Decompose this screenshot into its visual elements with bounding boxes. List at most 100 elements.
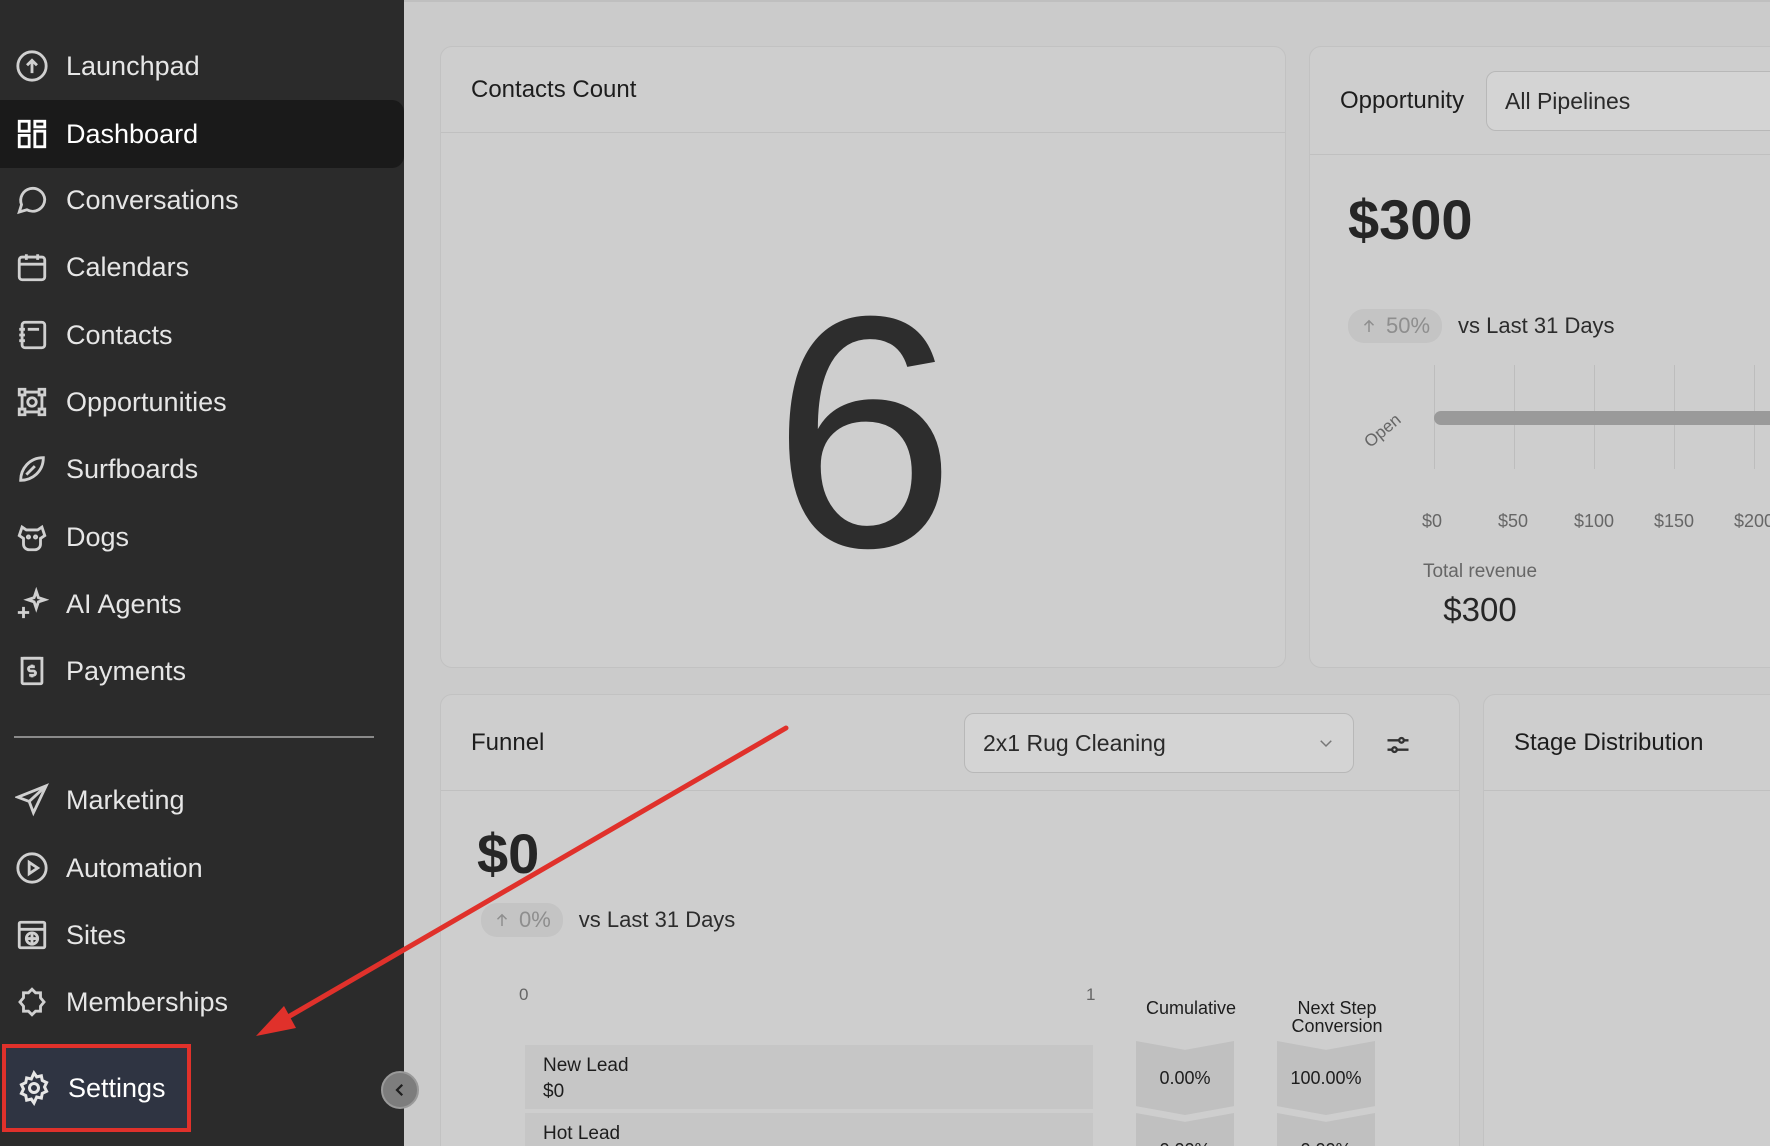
sidebar-item-label: Surfboards [66,453,199,484]
gear-icon [16,1070,52,1106]
funnel-card: Funnel 2x1 Rug Cleaning $0 0% vs Last 31… [440,694,1460,1146]
sidebar-item-label: Dogs [66,521,130,552]
filter-settings-icon[interactable] [1384,731,1412,759]
sidebar-item-ai-agents[interactable]: AI Agents [0,570,404,638]
sidebar-item-label: Sites [66,919,127,950]
chevron-down-icon [1320,740,1332,748]
sidebar-item-settings[interactable]: Settings [2,1044,191,1132]
sidebar-item-label: Dashboard [66,118,199,149]
contacts-count-card: Contacts Count 6 [440,46,1286,668]
arrow-up-icon [496,913,508,926]
column-header-cumulative: Cumulative [1145,998,1237,1018]
settings-label: Settings [68,1072,166,1103]
total-revenue-value: $300 [1443,591,1517,628]
sidebar-item-label: Payments [66,655,187,686]
axis-tick-end: 1 [1086,985,1096,1004]
x-tick-label: $50 [1498,511,1529,531]
contacts-count-value: 6 [772,247,956,616]
cumulative-cell: 0.00% [1136,1113,1234,1146]
sidebar-item-contacts[interactable]: Contacts [0,301,404,369]
collapse-sidebar-button[interactable] [381,1071,419,1109]
sidebar-item-conversations[interactable]: Conversations [0,166,404,234]
bar-category-label: Open [1360,409,1405,452]
card-title: Stage Distribution [1484,695,1770,791]
opportunities-icon [14,384,50,420]
trend-text: vs Last 31 Days [1458,313,1615,338]
launchpad-icon [14,48,50,84]
opportunity-value-card: Opportunity All Pipelines $300 50% vs La… [1309,46,1770,668]
x-tick-label: $150 [1654,511,1695,531]
column-header-next-step: Next Step Conversion [1267,999,1407,1035]
x-tick-label: $100 [1574,511,1615,531]
pipeline-select[interactable]: All Pipelines [1486,71,1770,131]
arrow-up-icon [1363,319,1375,332]
contacts-book-icon [14,317,50,353]
x-tick-label: $0 [1422,511,1443,531]
calendar-icon [14,249,50,285]
next-step-cell: 0.00% [1277,1113,1375,1146]
total-revenue-label: Total revenue [1422,561,1538,582]
stage-value: $0 [543,1081,565,1102]
pipeline-select-value: All Pipelines [1505,87,1631,114]
cumulative-cell: 0.00% [1136,1041,1234,1115]
axis-tick-start: 0 [519,985,529,1004]
sidebar-item-dashboard[interactable]: Dashboard [0,100,404,168]
sidebar-item-launchpad[interactable]: Launchpad [0,32,404,100]
sidebar-item-label: Marketing [66,784,185,815]
sidebar-item-label: Launchpad [66,50,200,81]
trend-indicator: 50% vs Last 31 Days [1348,309,1615,343]
sidebar-item-opportunities[interactable]: Opportunities [0,368,404,436]
sidebar-item-surfboards[interactable]: Surfboards [0,435,404,503]
sidebar-item-label: Calendars [66,251,190,282]
chevron-left-icon [391,1081,409,1099]
membership-icon [14,984,50,1020]
top-divider [404,0,1770,2]
dog-icon [14,519,50,555]
sidebar-item-marketing[interactable]: Marketing [0,766,404,834]
sidebar-item-payments[interactable]: Payments [0,637,404,705]
funnel-amount: $0 [477,822,540,885]
card-title: Funnel [471,728,545,756]
sidebar-item-label: Automation [66,852,203,883]
column-header-line: Conversion [1291,1016,1383,1036]
sidebar-divider [14,736,374,738]
sidebar-item-label: Opportunities [66,386,227,417]
globe-window-icon [14,917,50,953]
open-revenue-bar[interactable] [1434,411,1770,425]
trend-badge: 0% [481,903,563,937]
surfboard-icon [14,451,50,487]
trend-badge: 50% [1348,309,1443,343]
payments-icon [14,653,50,689]
sidebar-item-automation[interactable]: Automation [0,834,404,902]
chat-bubble-icon [14,182,50,218]
trend-percent: 50% [1386,313,1431,338]
dashboard-icon [14,116,50,152]
stage-name: New Lead [543,1055,629,1076]
sidebar: Launchpad Dashboard Conversations Calend… [0,0,404,1146]
next-step-cell: 100.00% [1277,1041,1375,1115]
opportunity-amount: $300 [1348,188,1473,251]
sidebar-item-label: Contacts [66,319,173,350]
sidebar-item-label: Conversations [66,184,239,215]
funnel-stage-row[interactable]: Hot Lead [525,1113,1093,1146]
trend-indicator: 0% vs Last 31 Days [481,903,735,937]
play-icon [14,850,50,886]
send-icon [14,782,50,818]
sidebar-item-calendars[interactable]: Calendars [0,233,404,301]
x-tick-label: $200 [1734,511,1770,531]
trend-percent: 0% [519,907,551,932]
sidebar-item-dogs[interactable]: Dogs [0,503,404,571]
sidebar-item-label: Memberships [66,986,229,1017]
sidebar-item-label: AI Agents [66,588,182,619]
stage-name: Hot Lead [543,1123,621,1144]
funnel-stage-row[interactable]: New Lead $0 [525,1045,1093,1109]
column-header-line: Next Step [1297,998,1377,1018]
sparkle-icon [14,586,50,622]
funnel-pipeline-select[interactable]: 2x1 Rug Cleaning [964,713,1354,773]
funnel-pipeline-value: 2x1 Rug Cleaning [983,729,1166,756]
trend-text: vs Last 31 Days [578,907,736,932]
sidebar-item-memberships[interactable]: Memberships [0,968,404,1036]
card-title: Contacts Count [441,47,1285,133]
stage-distribution-card: Stage Distribution [1483,694,1770,1146]
sidebar-item-sites[interactable]: Sites [0,901,404,969]
